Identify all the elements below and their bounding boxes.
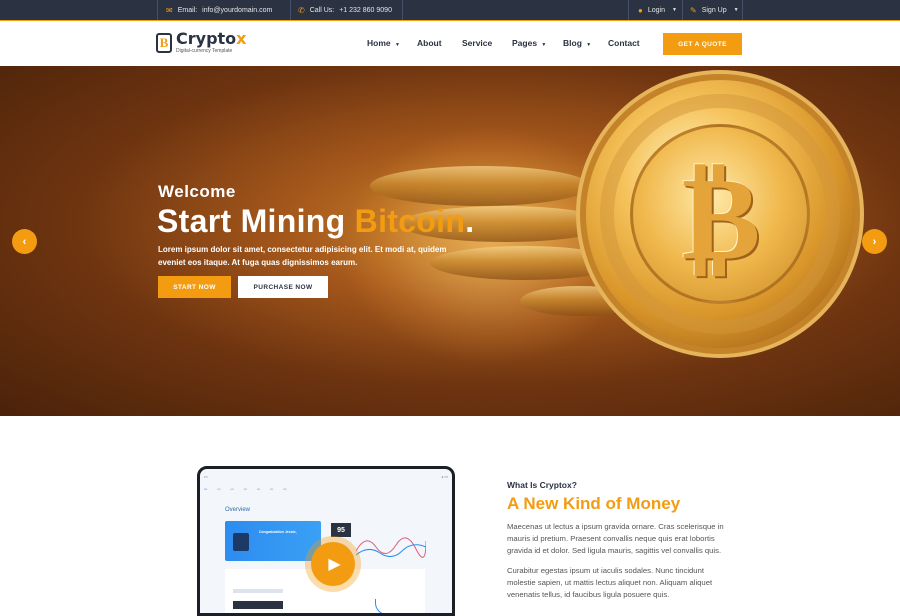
nav-about-label: About (417, 38, 442, 48)
dashboard-brand-glyph: ▪▪▪ (204, 475, 208, 479)
about-title: A New Kind of Money (507, 494, 681, 513)
slider-next-button[interactable]: › (862, 229, 887, 254)
topbar-email[interactable]: ✉ Email: info@yourdomain.com (166, 0, 272, 20)
nav-pages[interactable]: Pages ▼ (512, 38, 546, 48)
nav-service-label: Service (462, 38, 493, 48)
nav-home-label: Home (367, 38, 391, 48)
chevron-down-icon: ▼ (733, 7, 739, 13)
hero-title-end: . (465, 203, 475, 239)
brand-name-main: Crypto (176, 29, 237, 48)
signup-menu[interactable]: ✎ Sign Up ▼ (690, 0, 739, 20)
hero-description: Lorem ipsum dolor sit amet, consectetur … (158, 245, 447, 267)
top-bar: ✉ Email: info@yourdomain.com ✆ Call Us: … (0, 0, 900, 20)
dashboard-topbar: ▪▪▪ ● ▪▪▪ (204, 473, 448, 481)
slider-prev-button[interactable]: ‹ (12, 229, 37, 254)
hero-title-main: Start Mining (157, 203, 355, 239)
nav-contact-label: Contact (608, 38, 640, 48)
email-label: Email: (177, 6, 198, 14)
topbar-divider (628, 0, 629, 20)
purchase-now-button[interactable]: PURCHASE NOW (238, 276, 328, 298)
call-value[interactable]: +1 232 860 9090 (339, 7, 392, 14)
bitcoin-logo-icon: B (156, 32, 172, 53)
nav-blog[interactable]: Blog ▼ (563, 38, 591, 48)
brand-name-accent: x (236, 29, 247, 48)
coin-stack-image (370, 166, 590, 206)
topbar-divider (157, 0, 158, 20)
about-kicker: What Is Cryptox? (507, 480, 577, 490)
nav-service[interactable]: Service (462, 38, 492, 48)
about-paragraph-2: Curabitur egestas ipsum ut iaculis sodal… (507, 566, 713, 599)
hero-title-accent: Bitcoin (354, 203, 466, 239)
chevron-down-icon: ▼ (395, 42, 400, 48)
chevron-down-icon: ▼ (671, 7, 677, 13)
play-icon: ▶ (311, 542, 355, 586)
topbar-divider (402, 0, 403, 20)
nav-contact[interactable]: Contact (608, 38, 640, 48)
login-label: Login (647, 6, 665, 14)
call-label: Call Us: (309, 6, 335, 14)
phone-icon: ✆ (298, 5, 305, 15)
hero-slider: ₿ Welcome Start Mining Bitcoin. Lorem ip… (0, 66, 900, 416)
dashboard-line-chart (356, 537, 426, 558)
dashboard-nav: ▪▪▪ ▪▪▪ ▪▪▪ ▪▪▪ ▪▪▪ ▪▪▪ ▪▪▪ (204, 487, 287, 491)
signup-label: Sign Up (701, 6, 727, 14)
bitcoin-symbol-icon: ₿ (681, 147, 761, 286)
logo[interactable]: B Cryptox Digital-currency Template (156, 31, 246, 54)
logo-text: Cryptox Digital-currency Template (176, 31, 246, 55)
hero-welcome: Welcome (158, 182, 236, 201)
nav-about[interactable]: About (417, 38, 442, 48)
nav-home[interactable]: Home ▼ (367, 38, 400, 48)
brand-name: Cryptox (176, 31, 246, 47)
nav-pages-label: Pages (512, 38, 538, 48)
user-icon: ● (638, 5, 643, 15)
topbar-divider (682, 0, 683, 20)
topbar-divider (742, 0, 743, 20)
topbar-phone[interactable]: ✆ Call Us: +1 232 860 9090 (298, 0, 392, 20)
chevron-right-icon: › (872, 235, 877, 248)
video-play-button[interactable]: ▶ (305, 536, 361, 592)
envelope-icon: ✉ (166, 5, 173, 15)
topbar-divider (290, 0, 291, 20)
login-menu[interactable]: ● Login ▼ (638, 0, 677, 20)
email-value[interactable]: info@yourdomain.com (202, 7, 272, 14)
site-header: B Cryptox Digital-currency Template Home… (0, 20, 900, 66)
brand-tagline: Digital-currency Template (176, 48, 233, 54)
start-now-button[interactable]: START NOW (158, 276, 231, 298)
dashboard-congrats-text: Congratulation Jessie, (259, 530, 297, 534)
edit-icon: ✎ (690, 5, 697, 15)
chevron-down-icon: ▼ (586, 42, 592, 48)
dashboard-overview-title: Overview (225, 507, 251, 513)
chevron-down-icon: ▼ (541, 42, 547, 48)
chevron-left-icon: ‹ (22, 235, 27, 248)
dashboard-score: 95 (331, 523, 351, 537)
hero-title: Start Mining Bitcoin. (157, 203, 474, 240)
dashboard-user-glyph: ● ▪▪▪ (441, 475, 448, 479)
get-quote-button[interactable]: GET A QUOTE (663, 33, 742, 55)
about-paragraph-1: Maecenas ut lectus a ipsum gravida ornar… (507, 522, 724, 555)
nav-blog-label: Blog (563, 38, 582, 48)
trophy-icon (233, 533, 249, 551)
